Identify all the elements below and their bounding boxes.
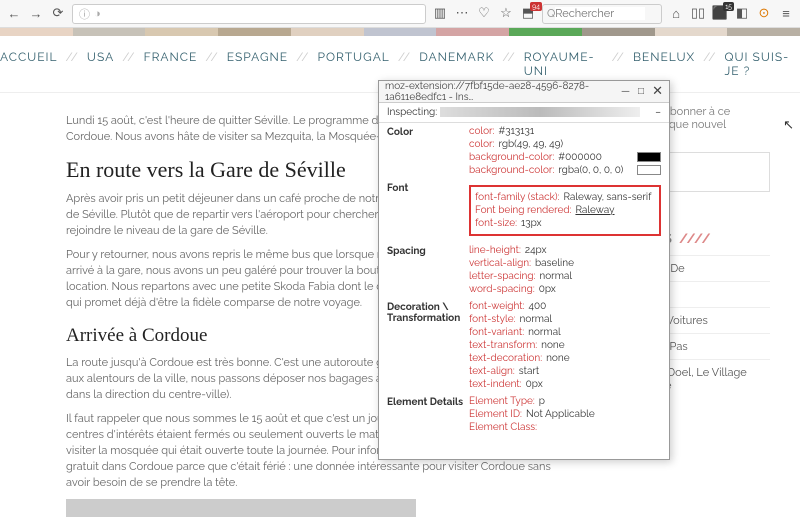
prop-key: Element Class: bbox=[469, 422, 537, 433]
more-icon[interactable]: ⋯ bbox=[454, 6, 470, 22]
prop-value: #000000 bbox=[558, 152, 602, 163]
section-label: Element Details bbox=[387, 395, 469, 434]
prop-key: letter-spacing: bbox=[469, 271, 535, 282]
nav-item[interactable]: BENELUX bbox=[633, 50, 695, 78]
prop-key: background-color: bbox=[469, 152, 554, 163]
info-icon: ⓘ bbox=[79, 6, 90, 22]
minimize-button[interactable]: — bbox=[621, 86, 630, 97]
color-swatch bbox=[637, 152, 661, 162]
prop-value: none bbox=[541, 340, 564, 351]
nav-item[interactable]: PORTUGAL bbox=[318, 50, 390, 78]
prop-value: p bbox=[539, 396, 545, 407]
nav-item[interactable]: FRANCE bbox=[144, 50, 198, 78]
prop-value: normal bbox=[519, 314, 552, 325]
prop-value: Raleway bbox=[575, 205, 614, 216]
prop-value: Raleway, sans-serif bbox=[563, 192, 651, 203]
prop-key: word-spacing: bbox=[469, 284, 535, 295]
prop-key: vertical-align: bbox=[469, 258, 531, 269]
section-label: Font bbox=[387, 181, 469, 240]
url-bar[interactable]: ⓘ◑ bbox=[72, 4, 426, 24]
prop-value: #313131 bbox=[498, 126, 534, 137]
prop-value: normal bbox=[539, 271, 572, 282]
nav-item[interactable]: ACCUEIL bbox=[0, 50, 58, 78]
nav-item[interactable]: DANEMARK bbox=[419, 50, 494, 78]
inspector-panel: moz-extension://7fbf15de-ae28-4596-8278-… bbox=[378, 80, 670, 460]
back-button[interactable]: ← bbox=[6, 6, 22, 22]
nav-item[interactable]: USA bbox=[87, 50, 114, 78]
panel-title: moz-extension://7fbf15de-ae28-4596-8278-… bbox=[385, 81, 621, 103]
prop-value: 24px bbox=[525, 245, 547, 256]
search-input[interactable] bbox=[555, 7, 645, 20]
ext2-icon[interactable]: ⊙ bbox=[756, 6, 772, 22]
search-bar[interactable]: Q bbox=[542, 4, 662, 24]
library-icon[interactable]: ▯▯ bbox=[690, 6, 706, 22]
prop-value: 400 bbox=[528, 301, 546, 312]
nav-item[interactable]: ROYAUME-UNI bbox=[524, 50, 604, 78]
shield-icon: ◑ bbox=[94, 7, 101, 20]
prop-key: font-size: bbox=[475, 218, 517, 229]
prop-key: line-height: bbox=[469, 245, 521, 256]
color-swatch bbox=[637, 165, 661, 175]
nav-item[interactable]: QUI SUIS-JE ? bbox=[724, 50, 800, 78]
prop-key: text-align: bbox=[469, 366, 515, 377]
section-label: Spacing bbox=[387, 244, 469, 296]
section-label: Decoration \ Transformation bbox=[387, 300, 469, 391]
ext-icon[interactable]: ⬛ bbox=[712, 6, 728, 22]
close-button[interactable]: ✕ bbox=[652, 84, 663, 99]
prop-value: baseline bbox=[535, 258, 574, 269]
maximize-button[interactable]: □ bbox=[638, 86, 644, 97]
prop-key: Element ID: bbox=[469, 409, 522, 420]
prop-key: color: bbox=[469, 139, 494, 150]
adblock-icon[interactable]: ⬒ bbox=[520, 6, 536, 22]
color-stripe bbox=[0, 28, 800, 36]
prop-value: normal bbox=[528, 327, 561, 338]
section-label: Color bbox=[387, 125, 469, 177]
inspect-preview bbox=[440, 107, 640, 117]
prop-value: rgba(0, 0, 0, 0) bbox=[558, 165, 623, 176]
prop-value: 0px bbox=[539, 284, 556, 295]
prop-key: font-variant: bbox=[469, 327, 524, 338]
prop-value: rgb(49, 49, 49) bbox=[498, 139, 563, 150]
sidebar-icon[interactable]: ◧ bbox=[734, 6, 750, 22]
reader-icon[interactable]: ▥ bbox=[432, 6, 448, 22]
prop-key: font-family (stack): bbox=[475, 192, 559, 203]
bookmark-icon[interactable]: ☆ bbox=[498, 6, 514, 22]
prop-key: Element Type: bbox=[469, 396, 535, 407]
prop-key: background-color: bbox=[469, 165, 554, 176]
prop-key: text-decoration: bbox=[469, 353, 542, 364]
prop-value: Not Applicable bbox=[526, 409, 595, 420]
forward-button[interactable]: → bbox=[28, 6, 44, 22]
prop-key: text-indent: bbox=[469, 379, 522, 390]
prop-key: font-style: bbox=[469, 314, 515, 325]
cursor-icon: ↖ bbox=[783, 118, 794, 133]
nav-item[interactable]: ESPAGNE bbox=[227, 50, 288, 78]
heart-icon[interactable]: ♡ bbox=[476, 6, 492, 22]
menu-icon[interactable]: ≡ bbox=[778, 6, 794, 22]
reload-button[interactable]: ⟳ bbox=[50, 6, 66, 22]
prop-value: 13px bbox=[521, 218, 542, 229]
inspecting-label: Inspecting: bbox=[387, 107, 437, 118]
prop-value: 0px bbox=[526, 379, 543, 390]
prop-key: Font being rendered: bbox=[475, 205, 571, 216]
prop-key: font-weight: bbox=[469, 301, 524, 312]
prop-key: color: bbox=[469, 126, 494, 137]
prop-key: text-transform: bbox=[469, 340, 537, 351]
prop-value: none bbox=[546, 353, 569, 364]
prop-value: start bbox=[519, 366, 540, 377]
home-icon[interactable]: ⌂ bbox=[668, 6, 684, 22]
